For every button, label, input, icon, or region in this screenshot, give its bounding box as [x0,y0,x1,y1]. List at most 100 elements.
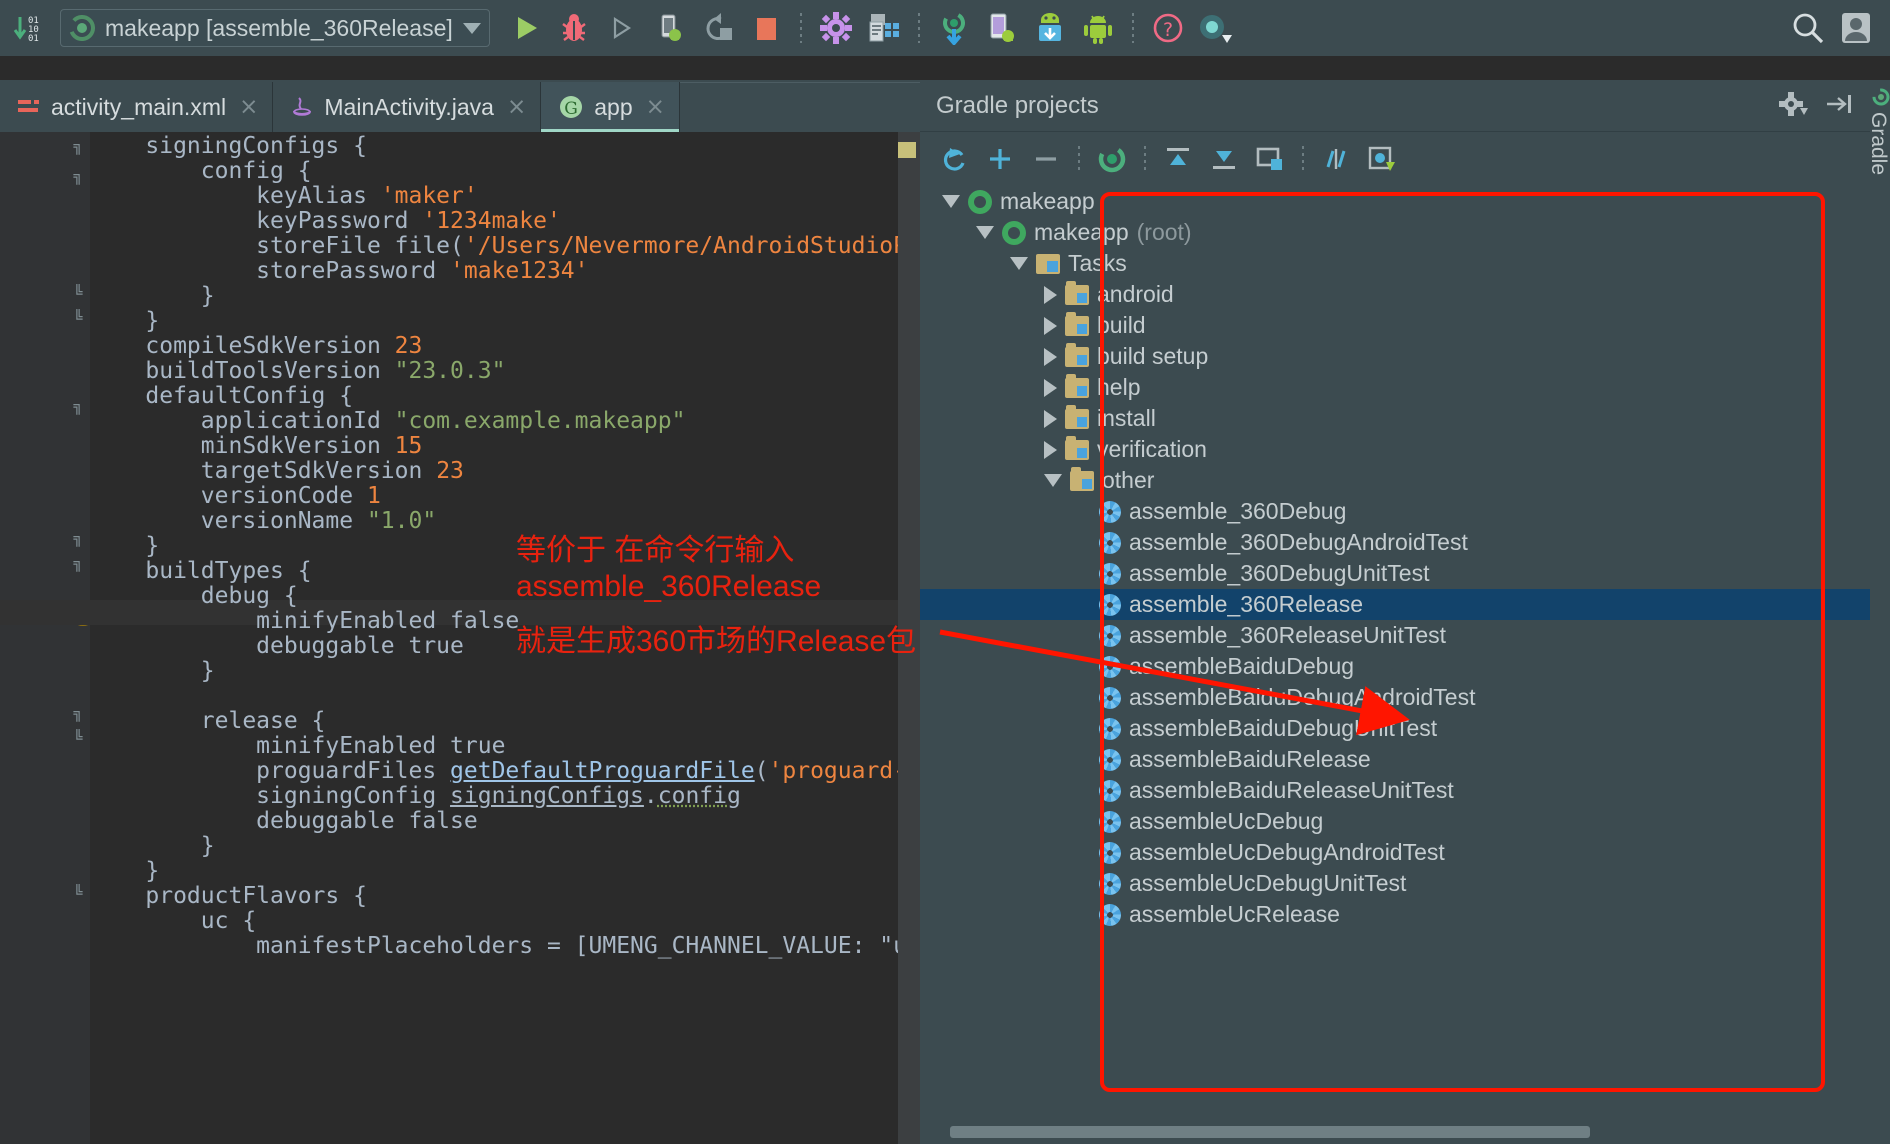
code-token: keyPassword [90,208,422,234]
code-token: debuggable true [90,633,464,659]
tree-node-other[interactable]: other [920,465,1870,496]
tree-node-tasks[interactable]: Tasks [920,248,1870,279]
tree-node-assemblebaidudebugunittest[interactable]: assembleBaiduDebugUnitTest [920,713,1870,744]
help-icon[interactable]: ? [1146,6,1190,50]
chevron-right-icon[interactable] [1044,410,1057,428]
run-configuration-selector[interactable]: makeapp [assemble_360Release] [60,9,490,47]
editor-fold-column[interactable]: ╗ ╗ ╚ ╚ ╗ ╗ ╗ ╗ ╚ ╚ [68,132,90,1144]
fold-marker[interactable]: ╚ [71,887,85,901]
chevron-right-icon[interactable] [1044,317,1057,335]
code-token: "1.0" [367,508,436,534]
tree-node-label: assembleBaiduDebug [1129,653,1354,680]
fold-marker[interactable]: ╗ [71,400,85,414]
tree-node-build-setup[interactable]: build setup [920,341,1870,372]
rerun-icon[interactable] [696,6,740,50]
execute-gradle-task-icon[interactable] [1362,139,1402,179]
close-icon[interactable]: × [507,94,526,120]
tree-node-assemblebaidureleaseunittest[interactable]: assembleBaiduReleaseUnitTest [920,775,1870,806]
tab-mainactivity-java[interactable]: MainActivity.java × [273,82,541,132]
tab-app[interactable]: G app × [541,82,680,132]
code-token: signingConfigs { [90,133,367,159]
gradle-horizontal-scrollbar[interactable] [950,1126,1590,1138]
sync-gradle-icon[interactable] [1092,139,1132,179]
tree-node-android[interactable]: android [920,279,1870,310]
tree-node-assemble-360debugunittest[interactable]: assemble_360DebugUnitTest [920,558,1870,589]
close-icon[interactable]: × [646,94,665,120]
binary-download-icon[interactable]: 01 10 01 [6,6,50,50]
tab-activity-main-xml[interactable]: activity_main.xml × [0,82,273,132]
tree-node-verification[interactable]: verification [920,434,1870,465]
tree-node-assemblebaidudebug[interactable]: assembleBaiduDebug [920,651,1870,682]
user-avatar-icon[interactable] [1834,6,1878,50]
tree-node-assembleucdebug[interactable]: assembleUcDebug [920,806,1870,837]
chevron-right-icon[interactable] [1044,348,1057,366]
tree-node-makeapp[interactable]: makeapp (root) [920,217,1870,248]
expand-all-icon[interactable] [1158,139,1198,179]
debug-icon[interactable] [552,6,596,50]
remove-icon[interactable] [1026,139,1066,179]
tree-node-assemblebaidurelease[interactable]: assembleBaiduRelease [920,744,1870,775]
attach-debugger-android-icon[interactable] [648,6,692,50]
tree-node-assemble-360release[interactable]: assemble_360Release [920,589,1870,620]
chevron-down-icon[interactable] [976,226,994,239]
task-folder-icon [1065,378,1089,398]
fold-marker[interactable]: ╗ [71,707,85,721]
code-token: 'make1234' [450,258,588,284]
tree-node-assembleucdebugandroidtest[interactable]: assembleUcDebugAndroidTest [920,837,1870,868]
chevron-down-icon[interactable] [1044,474,1062,487]
android-device-monitor-icon[interactable] [1076,6,1120,50]
chevron-right-icon[interactable] [1044,286,1057,304]
code-token: compileSdkVersion [90,333,395,359]
refresh-icon[interactable] [934,139,974,179]
settings-gear-icon[interactable] [814,6,858,50]
chevron-right-icon[interactable] [1044,441,1057,459]
tree-node-assemble-360debug[interactable]: assemble_360Debug [920,496,1870,527]
sync-gradle-icon[interactable] [932,6,976,50]
tree-node-assembleucrelease[interactable]: assembleUcRelease [920,899,1870,930]
chevron-right-icon[interactable] [1044,379,1057,397]
fold-marker[interactable]: ╚ [71,287,85,301]
gear-settings-icon[interactable] [1778,89,1808,123]
project-structure-icon[interactable] [862,6,906,50]
gradle-task-icon [1099,873,1121,895]
chevron-down-icon[interactable] [942,195,960,208]
tree-node-install[interactable]: install [920,403,1870,434]
tree-node-label: build setup [1097,343,1208,370]
tree-node-assembleucdebugunittest[interactable]: assembleUcDebugUnitTest [920,868,1870,899]
tree-node-help[interactable]: help [920,372,1870,403]
fold-marker[interactable]: ╚ [71,312,85,326]
tree-node-assemblebaidudebugandroidtest[interactable]: assembleBaiduDebugAndroidTest [920,682,1870,713]
attach-gradle-project-icon[interactable] [1250,139,1290,179]
tree-spacer [1078,689,1091,707]
sdk-manager-icon[interactable] [1028,6,1072,50]
search-everywhere-dropdown-icon[interactable] [1194,6,1238,50]
gradle-strip-label[interactable]: Gradle [1870,112,1890,175]
fold-marker[interactable]: ╚ [71,732,85,746]
chevron-down-icon[interactable] [463,23,481,34]
tree-node-assemble-360releaseunittest[interactable]: assemble_360ReleaseUnitTest [920,620,1870,651]
run-step-icon[interactable] [600,6,644,50]
toggle-offline-mode-icon[interactable] [1316,139,1356,179]
run-icon[interactable] [504,6,548,50]
tree-node-assemble-360debugandroidtest[interactable]: assemble_360DebugAndroidTest [920,527,1870,558]
tree-node-build[interactable]: build [920,310,1870,341]
tree-spacer [1078,503,1091,521]
fold-marker[interactable]: ╗ [71,532,85,546]
chevron-down-icon[interactable] [1010,257,1028,270]
close-icon[interactable]: × [239,94,258,120]
collapse-all-icon[interactable] [1204,139,1244,179]
fold-marker[interactable]: ╗ [71,170,85,184]
code-token: getDefaultProguardFile [450,758,755,784]
gradle-task-icon [1099,811,1121,833]
tree-node-makeapp[interactable]: makeapp [920,186,1870,217]
hide-panel-icon[interactable] [1824,91,1854,121]
search-icon[interactable] [1786,6,1830,50]
gradle-strip-icon[interactable] [1872,88,1890,110]
fold-marker[interactable]: ╗ [71,557,85,571]
avd-manager-icon[interactable] [980,6,1024,50]
fold-marker[interactable]: ╗ [71,140,85,154]
gradle-task-tree[interactable]: makeappmakeapp (root)Tasksandroidbuildbu… [920,186,1870,1108]
stop-icon[interactable] [744,6,788,50]
add-icon[interactable] [980,139,1020,179]
stripe-warning-mark[interactable] [898,142,916,158]
